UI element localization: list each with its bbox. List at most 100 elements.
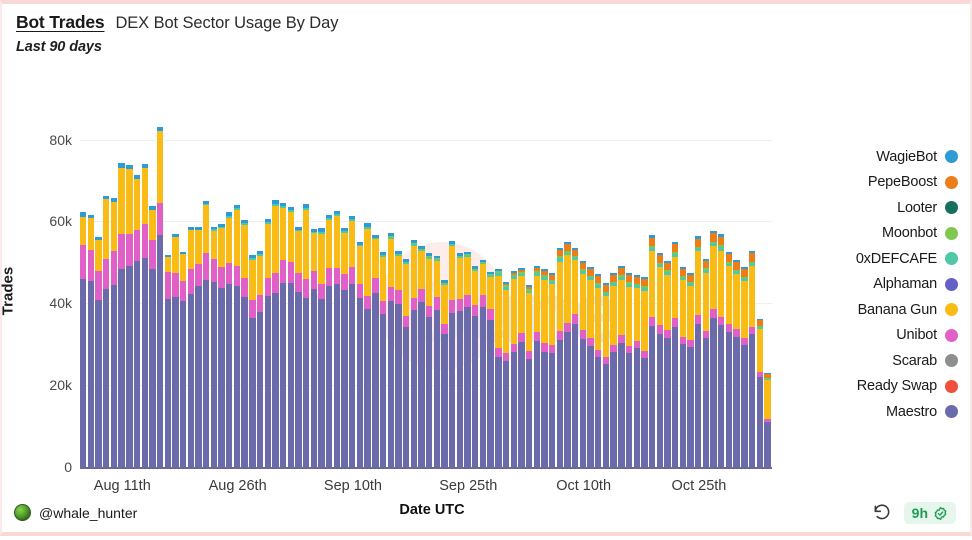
bar-column[interactable] bbox=[126, 115, 134, 467]
bar-column[interactable] bbox=[510, 115, 519, 467]
bar-column[interactable] bbox=[487, 115, 495, 467]
bar-column[interactable] bbox=[279, 115, 288, 467]
bar-column[interactable] bbox=[272, 115, 280, 467]
bar-column[interactable] bbox=[602, 115, 611, 467]
bar-column[interactable] bbox=[80, 115, 88, 467]
bar-column[interactable] bbox=[364, 115, 372, 467]
bar-column[interactable] bbox=[733, 115, 741, 467]
bar-column[interactable] bbox=[264, 115, 273, 467]
legend-item-wagiebot[interactable]: WagieBot bbox=[808, 144, 958, 170]
bar-column[interactable] bbox=[572, 115, 580, 467]
legend-item-scarab[interactable]: Scarab bbox=[808, 348, 958, 374]
bar-column[interactable] bbox=[387, 115, 396, 467]
bar-column[interactable] bbox=[741, 115, 749, 467]
bar-column[interactable] bbox=[710, 115, 718, 467]
bar-column[interactable] bbox=[249, 115, 257, 467]
bar-column[interactable] bbox=[341, 115, 349, 467]
bar-column[interactable] bbox=[218, 115, 226, 467]
bar-column[interactable] bbox=[372, 115, 380, 467]
bar-column[interactable] bbox=[748, 115, 757, 467]
bar-column[interactable] bbox=[595, 115, 603, 467]
bar-column[interactable] bbox=[648, 115, 657, 467]
bar-column[interactable] bbox=[187, 115, 196, 467]
bar-column[interactable] bbox=[410, 115, 419, 467]
bar-column[interactable] bbox=[587, 115, 595, 467]
legend-item-unibot[interactable]: Unibot bbox=[808, 323, 958, 349]
bar-column[interactable] bbox=[179, 115, 188, 467]
bar-column[interactable] bbox=[625, 115, 634, 467]
bar-column[interactable] bbox=[418, 115, 426, 467]
bar-column[interactable] bbox=[502, 115, 511, 467]
bar-column[interactable] bbox=[133, 115, 142, 467]
legend-item-maestro[interactable]: Maestro bbox=[808, 399, 958, 425]
bar-column[interactable] bbox=[449, 115, 457, 467]
freshness-badge[interactable]: 9h bbox=[903, 502, 956, 524]
bar-column[interactable] bbox=[533, 115, 542, 467]
bar-column[interactable] bbox=[472, 115, 480, 467]
bar-column[interactable] bbox=[95, 115, 103, 467]
bar-column[interactable] bbox=[525, 115, 534, 467]
bar-column[interactable] bbox=[195, 115, 203, 467]
refresh-icon[interactable] bbox=[872, 503, 892, 523]
bar-column[interactable] bbox=[402, 115, 411, 467]
bar-column[interactable] bbox=[456, 115, 465, 467]
legend-item-looter[interactable]: Looter bbox=[808, 195, 958, 221]
bar-column[interactable] bbox=[641, 115, 649, 467]
bar-column[interactable] bbox=[241, 115, 249, 467]
bar-column[interactable] bbox=[210, 115, 219, 467]
bar-column[interactable] bbox=[610, 115, 618, 467]
bar-column[interactable] bbox=[233, 115, 242, 467]
bar-column[interactable] bbox=[687, 115, 695, 467]
bar-column[interactable] bbox=[633, 115, 642, 467]
bar-column[interactable] bbox=[556, 115, 565, 467]
bar-column[interactable] bbox=[356, 115, 365, 467]
footer-user[interactable]: @whale_hunter bbox=[14, 504, 137, 521]
legend-item-alphaman[interactable]: Alphaman bbox=[808, 272, 958, 298]
bar-column[interactable] bbox=[756, 115, 765, 467]
legend-item-ready-swap[interactable]: Ready Swap bbox=[808, 374, 958, 400]
bar-column[interactable] bbox=[110, 115, 119, 467]
bar-column[interactable] bbox=[702, 115, 711, 467]
bar-column[interactable] bbox=[118, 115, 126, 467]
bar-column[interactable] bbox=[333, 115, 342, 467]
bar-column[interactable] bbox=[310, 115, 319, 467]
bar-column[interactable] bbox=[579, 115, 588, 467]
bar-column[interactable] bbox=[656, 115, 665, 467]
bar-column[interactable] bbox=[618, 115, 626, 467]
bar-column[interactable] bbox=[149, 115, 157, 467]
bar-column[interactable] bbox=[256, 115, 265, 467]
bar-column[interactable] bbox=[302, 115, 311, 467]
bar-column[interactable] bbox=[479, 115, 488, 467]
bar-column[interactable] bbox=[318, 115, 326, 467]
legend-item-0xdefcafe[interactable]: 0xDEFCAFE bbox=[808, 246, 958, 272]
bar-column[interactable] bbox=[495, 115, 503, 467]
bar-column[interactable] bbox=[425, 115, 434, 467]
bar-column[interactable] bbox=[295, 115, 303, 467]
legend-item-moonbot[interactable]: Moonbot bbox=[808, 221, 958, 247]
bar-column[interactable] bbox=[725, 115, 734, 467]
bar-column[interactable] bbox=[679, 115, 688, 467]
bar-column[interactable] bbox=[395, 115, 403, 467]
bar-column[interactable] bbox=[203, 115, 211, 467]
bar-column[interactable] bbox=[141, 115, 150, 467]
bar-column[interactable] bbox=[164, 115, 173, 467]
bar-column[interactable] bbox=[671, 115, 680, 467]
bar-column[interactable] bbox=[541, 115, 549, 467]
legend-item-banana-gun[interactable]: Banana Gun bbox=[808, 297, 958, 323]
bar-column[interactable] bbox=[695, 115, 703, 467]
bar-column[interactable] bbox=[326, 115, 334, 467]
bar-column[interactable] bbox=[441, 115, 449, 467]
bar-column[interactable] bbox=[226, 115, 234, 467]
bar-column[interactable] bbox=[718, 115, 726, 467]
bar-column[interactable] bbox=[548, 115, 557, 467]
bar-column[interactable] bbox=[564, 115, 572, 467]
legend-item-pepeboost[interactable]: PepeBoost bbox=[808, 170, 958, 196]
bar-column[interactable] bbox=[287, 115, 296, 467]
bar-column[interactable] bbox=[87, 115, 96, 467]
bar-column[interactable] bbox=[349, 115, 357, 467]
bar-column[interactable] bbox=[172, 115, 180, 467]
bar-column[interactable] bbox=[379, 115, 388, 467]
bar-column[interactable] bbox=[103, 115, 111, 467]
bar-column[interactable] bbox=[518, 115, 526, 467]
bar-column[interactable] bbox=[433, 115, 442, 467]
